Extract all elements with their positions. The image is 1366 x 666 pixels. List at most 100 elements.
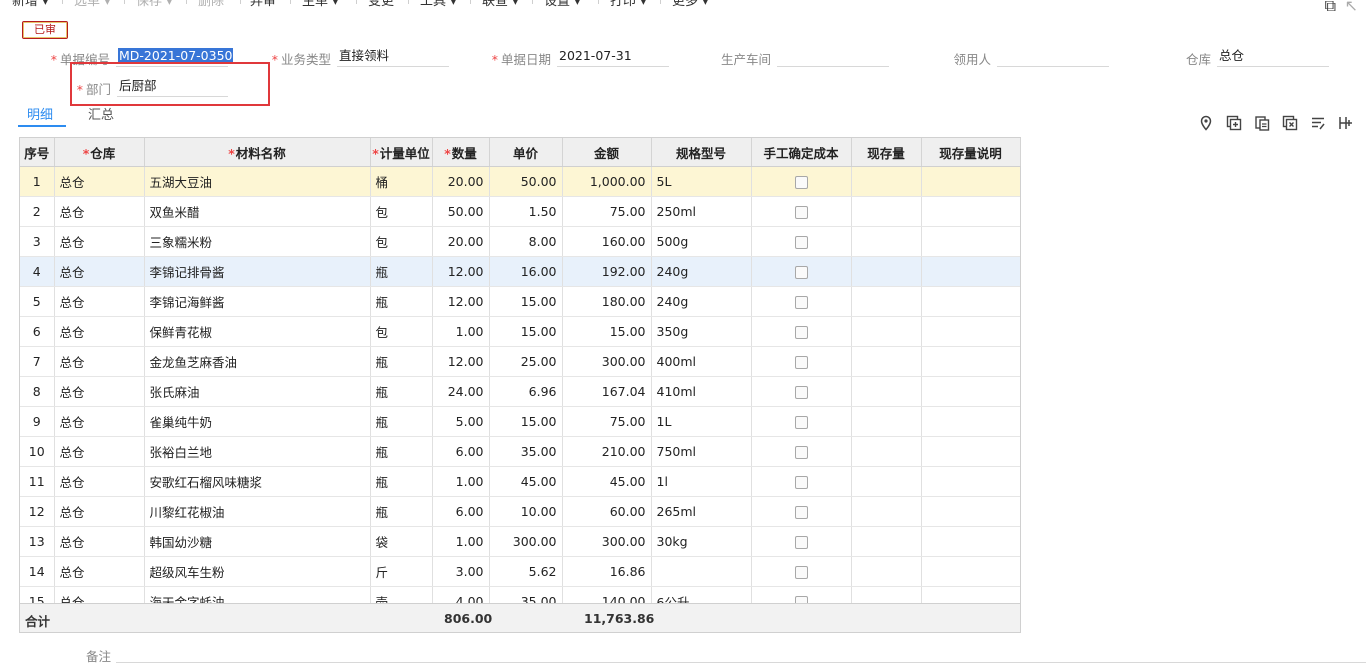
col-header-price[interactable]: 单价: [489, 138, 563, 167]
toolbar-item-5[interactable]: 生单 ▾: [302, 0, 339, 9]
cell-单价[interactable]: 35.00: [489, 436, 563, 467]
manual-cost-checkbox[interactable]: [794, 566, 808, 579]
cell-金额[interactable]: 210.00: [562, 436, 652, 467]
cell-manual-cost[interactable]: [751, 167, 852, 197]
cell-金额[interactable]: 1,000.00: [562, 167, 652, 197]
cell-计量单位[interactable]: 瓶: [370, 256, 433, 287]
cell-单价[interactable]: 35.00: [489, 586, 563, 603]
toolbar-item-1[interactable]: 选单 ▾: [74, 0, 111, 9]
cell-金额[interactable]: 160.00: [562, 226, 652, 257]
cell-仓库[interactable]: 总仓: [54, 316, 145, 347]
toolbar-item-0[interactable]: 新增 ▾: [12, 0, 49, 9]
cell-stock-note[interactable]: [921, 586, 1020, 603]
col-header-stock[interactable]: 现存量: [851, 138, 922, 167]
cell-计量单位[interactable]: 壶: [370, 586, 433, 603]
cell-仓库[interactable]: 总仓: [54, 286, 145, 317]
cell-stock-note[interactable]: [921, 346, 1020, 377]
manual-cost-checkbox[interactable]: [794, 476, 808, 489]
cell-计量单位[interactable]: 瓶: [370, 496, 433, 527]
manual-cost-checkbox[interactable]: [794, 206, 808, 219]
cell-stock[interactable]: [851, 346, 922, 377]
cell-计量单位[interactable]: 袋: [370, 526, 433, 557]
cell-规格型号[interactable]: 240g: [651, 286, 752, 317]
cell-stock[interactable]: [851, 406, 922, 437]
cell-stock-note[interactable]: [921, 496, 1020, 527]
cell-规格型号[interactable]: 240g: [651, 256, 752, 287]
column-settings-icon[interactable]: [1338, 115, 1354, 131]
cell-序号[interactable]: 13: [20, 526, 55, 557]
cell-计量单位[interactable]: 斤: [370, 556, 433, 587]
cell-材料名称[interactable]: 安歌红石榴风味糖浆: [144, 466, 371, 497]
manual-cost-checkbox[interactable]: [794, 266, 808, 279]
cell-stock-note[interactable]: [921, 256, 1020, 287]
arrow-icon[interactable]: ↖: [1345, 0, 1358, 15]
cell-数量[interactable]: 5.00: [432, 406, 490, 437]
cell-材料名称[interactable]: 五湖大豆油: [144, 167, 371, 197]
cell-manual-cost[interactable]: [751, 226, 852, 257]
cell-stock-note[interactable]: [921, 226, 1020, 257]
tab-summary[interactable]: 汇总: [88, 104, 114, 123]
col-header-manual-cost[interactable]: 手工确定成本: [751, 138, 852, 167]
cell-仓库[interactable]: 总仓: [54, 556, 145, 587]
manual-cost-checkbox[interactable]: [794, 596, 808, 603]
table-row[interactable]: 13 总仓 韩国幼沙糖袋 1.00 300.00 300.00 30kg: [20, 526, 1020, 557]
cell-单价[interactable]: 6.96: [489, 376, 563, 407]
cell-序号[interactable]: 15: [20, 586, 55, 603]
table-row[interactable]: 15 总仓 海天金字蚝油壶 4.00 35.00 140.00 6公升: [20, 586, 1020, 603]
cell-stock-note[interactable]: [921, 466, 1020, 497]
cell-材料名称[interactable]: 保鲜青花椒: [144, 316, 371, 347]
cell-规格型号[interactable]: 265ml: [651, 496, 752, 527]
toolbar-item-3[interactable]: 删除: [198, 0, 224, 9]
table-row[interactable]: 11 总仓 安歌红石榴风味糖浆瓶 1.00 45.00 45.00 1l: [20, 466, 1020, 497]
cell-金额[interactable]: 75.00: [562, 406, 652, 437]
cell-计量单位[interactable]: 瓶: [370, 286, 433, 317]
col-header-spec[interactable]: 规格型号: [651, 138, 752, 167]
cell-单价[interactable]: 25.00: [489, 346, 563, 377]
toolbar-item-11[interactable]: 更多 ▾: [672, 0, 709, 9]
cell-材料名称[interactable]: 金龙鱼芝麻香油: [144, 346, 371, 377]
manual-cost-checkbox[interactable]: [794, 446, 808, 459]
cell-序号[interactable]: 5: [20, 286, 55, 317]
table-row[interactable]: 8 总仓 张氏麻油瓶 24.00 6.96 167.04 410ml: [20, 376, 1020, 407]
cell-材料名称[interactable]: 张裕白兰地: [144, 436, 371, 467]
cell-序号[interactable]: 3: [20, 226, 55, 257]
toolbar-item-7[interactable]: 工具 ▾: [420, 0, 457, 9]
cell-stock[interactable]: [851, 496, 922, 527]
cell-规格型号[interactable]: 350g: [651, 316, 752, 347]
cell-计量单位[interactable]: 包: [370, 226, 433, 257]
cell-stock[interactable]: [851, 526, 922, 557]
add-row-icon[interactable]: [1226, 115, 1242, 131]
location-pin-icon[interactable]: [1198, 115, 1214, 131]
cell-仓库[interactable]: 总仓: [54, 167, 145, 197]
manual-cost-checkbox[interactable]: [794, 536, 808, 549]
cell-单价[interactable]: 16.00: [489, 256, 563, 287]
cell-stock-note[interactable]: [921, 436, 1020, 467]
cell-数量[interactable]: 20.00: [432, 167, 490, 197]
toolbar-item-2[interactable]: 保存 ▾: [136, 0, 173, 9]
cell-manual-cost[interactable]: [751, 196, 852, 227]
table-row[interactable]: 10 总仓 张裕白兰地瓶 6.00 35.00 210.00 750ml: [20, 436, 1020, 467]
cell-stock[interactable]: [851, 376, 922, 407]
toolbar-item-6[interactable]: 变更: [368, 0, 394, 9]
cell-manual-cost[interactable]: [751, 556, 852, 587]
cell-仓库[interactable]: 总仓: [54, 496, 145, 527]
cell-序号[interactable]: 14: [20, 556, 55, 587]
cell-材料名称[interactable]: 双鱼米醋: [144, 196, 371, 227]
cell-数量[interactable]: 6.00: [432, 496, 490, 527]
table-row[interactable]: 2 总仓 双鱼米醋包 50.00 1.50 75.00 250ml: [20, 196, 1020, 227]
toolbar-item-9[interactable]: 设置 ▾: [544, 0, 581, 9]
manual-cost-checkbox[interactable]: [794, 416, 808, 429]
cell-manual-cost[interactable]: [751, 346, 852, 377]
cell-规格型号[interactable]: 500g: [651, 226, 752, 257]
preview-icon[interactable]: ⧉: [1325, 0, 1336, 16]
cell-计量单位[interactable]: 瓶: [370, 406, 433, 437]
cell-材料名称[interactable]: 张氏麻油: [144, 376, 371, 407]
table-row[interactable]: 1 总仓 五湖大豆油桶 20.00 50.00 1,000.00 5L: [20, 167, 1020, 197]
cell-stock[interactable]: [851, 436, 922, 467]
col-header-qty[interactable]: *数量: [432, 138, 490, 167]
cell-单价[interactable]: 15.00: [489, 316, 563, 347]
cell-stock[interactable]: [851, 316, 922, 347]
manual-cost-checkbox[interactable]: [794, 236, 808, 249]
col-header-warehouse[interactable]: *仓库: [54, 138, 145, 167]
cell-stock[interactable]: [851, 556, 922, 587]
